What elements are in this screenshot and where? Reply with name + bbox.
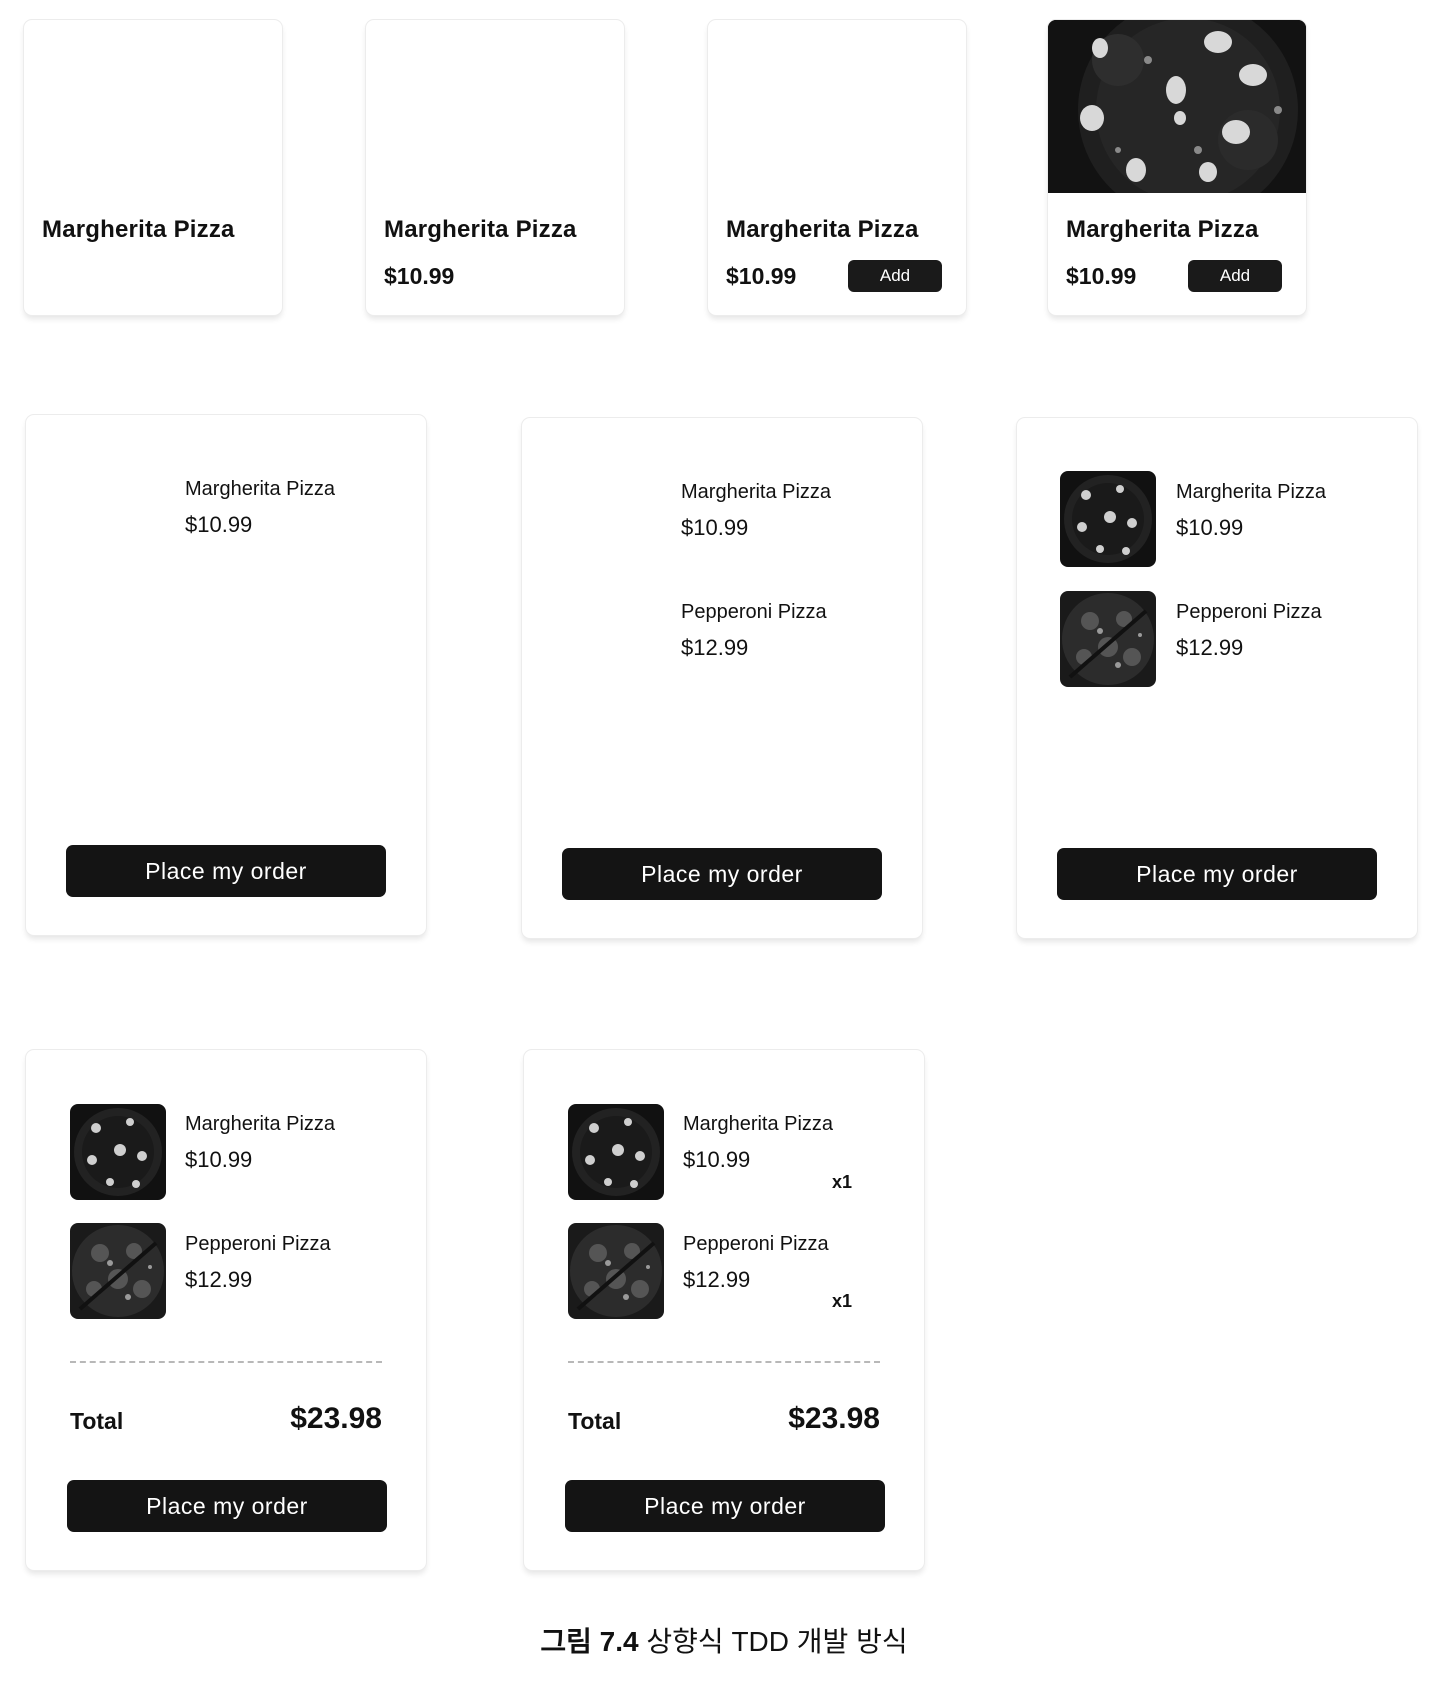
cart-item-price: $12.99 bbox=[683, 1267, 751, 1292]
margherita-pizza-image bbox=[1060, 471, 1156, 567]
product-card-step-3: Margherita Pizza $10.99 Add bbox=[708, 20, 966, 315]
add-button[interactable]: Add bbox=[1188, 260, 1282, 292]
cart-card-step-1: Margherita Pizza $10.99 Place my order bbox=[26, 415, 426, 935]
cart-item-price: $10.99 bbox=[185, 1147, 253, 1172]
cart-item-price: $10.99 bbox=[681, 515, 749, 540]
figure-title: 상향식 TDD 개발 방식 bbox=[646, 1626, 908, 1657]
place-order-button[interactable]: Place my order bbox=[562, 848, 882, 900]
place-order-button[interactable]: Place my order bbox=[67, 1480, 387, 1532]
margherita-pizza-image bbox=[70, 1104, 166, 1200]
add-button[interactable]: Add bbox=[848, 260, 942, 292]
figure-caption: 그림 7.4 상향식 TDD 개발 방식 bbox=[0, 1620, 1448, 1660]
cart-item-name: Pepperoni Pizza bbox=[185, 1233, 331, 1255]
cart-item-name: Margherita Pizza bbox=[185, 1113, 336, 1135]
divider bbox=[70, 1361, 382, 1363]
cart-item-name: Margherita Pizza bbox=[1176, 481, 1327, 503]
pepperoni-pizza-image bbox=[568, 1223, 664, 1319]
figure-number: 그림 7.4 bbox=[540, 1626, 639, 1657]
total-value: $23.98 bbox=[290, 1402, 382, 1435]
product-name: Margherita Pizza bbox=[1066, 216, 1259, 243]
place-order-button[interactable]: Place my order bbox=[1057, 848, 1377, 900]
cart-card-step-5: Margherita Pizza $10.99 x1 Pepperoni Piz… bbox=[524, 1050, 924, 1570]
pepperoni-pizza-image bbox=[70, 1223, 166, 1319]
cart-item-name: Pepperoni Pizza bbox=[1176, 601, 1322, 623]
product-card-step-1: Margherita Pizza bbox=[24, 20, 282, 315]
product-name: Margherita Pizza bbox=[384, 216, 577, 243]
product-card-step-4: Margherita Pizza $10.99 Add bbox=[1048, 20, 1306, 315]
cart-item-price: $10.99 bbox=[1176, 515, 1244, 540]
product-price: $10.99 bbox=[726, 263, 797, 289]
cart-item-name: Pepperoni Pizza bbox=[683, 1233, 829, 1255]
pepperoni-pizza-image bbox=[1060, 591, 1156, 687]
product-price: $10.99 bbox=[1066, 263, 1137, 289]
place-order-button[interactable]: Place my order bbox=[565, 1480, 885, 1532]
cart-item-price: $12.99 bbox=[1176, 635, 1244, 660]
cart-item-price: $10.99 bbox=[185, 512, 253, 537]
cart-item-name: Margherita Pizza bbox=[683, 1113, 834, 1135]
cart-item-name: Margherita Pizza bbox=[681, 481, 832, 503]
cart-item-name: Margherita Pizza bbox=[185, 478, 336, 500]
total-value: $23.98 bbox=[788, 1402, 880, 1435]
total-label: Total bbox=[568, 1408, 622, 1434]
cart-item-quantity: x1 bbox=[832, 1291, 853, 1311]
margherita-pizza-image bbox=[568, 1104, 664, 1200]
cart-item-name: Pepperoni Pizza bbox=[681, 601, 827, 623]
divider bbox=[568, 1361, 880, 1363]
cart-item-quantity: x1 bbox=[832, 1172, 853, 1192]
product-name: Margherita Pizza bbox=[726, 216, 919, 243]
cart-item-price: $12.99 bbox=[185, 1267, 253, 1292]
pizza-image bbox=[1048, 20, 1306, 193]
cart-card-step-2: Margherita Pizza $10.99 Pepperoni Pizza … bbox=[522, 418, 922, 938]
product-name: Margherita Pizza bbox=[42, 216, 235, 243]
cart-card-step-3: Margherita Pizza $10.99 Pepperoni Pizza … bbox=[1017, 418, 1417, 938]
cart-card-step-4: Margherita Pizza $10.99 Pepperoni Pizza … bbox=[26, 1050, 426, 1570]
total-label: Total bbox=[70, 1408, 124, 1434]
place-order-button[interactable]: Place my order bbox=[66, 845, 386, 897]
product-card-step-2: Margherita Pizza $10.99 bbox=[366, 20, 624, 315]
cart-item-price: $12.99 bbox=[681, 635, 749, 660]
product-price: $10.99 bbox=[384, 263, 455, 289]
cart-item-price: $10.99 bbox=[683, 1147, 751, 1172]
